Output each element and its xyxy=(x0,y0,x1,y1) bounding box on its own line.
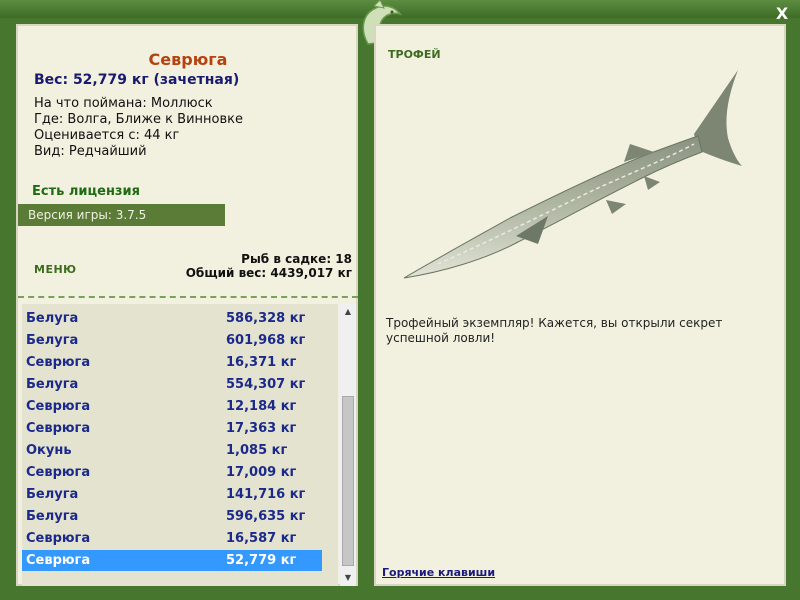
catch-fish-weight: 141,716 кг xyxy=(226,487,306,502)
catch-fish-name: Белуга xyxy=(26,311,79,326)
catch-fish-weight: 596,635 кг xyxy=(226,509,306,524)
catch-fish-weight: 16,587 кг xyxy=(226,531,297,546)
fish-type-info: Вид: Редчайший xyxy=(34,144,147,159)
catch-fish-name: Окунь xyxy=(26,443,72,458)
catch-fish-name: Белуга xyxy=(26,509,79,524)
scrollbar-thumb[interactable] xyxy=(342,396,354,566)
list-item[interactable]: Окунь 1,085 кг xyxy=(22,440,322,461)
sturgeon-image xyxy=(403,70,742,279)
trophy-label: ТРОФЕЙ xyxy=(388,48,441,61)
catch-fish-weight: 586,328 кг xyxy=(226,311,306,326)
hotkeys-link[interactable]: Горячие клавиши xyxy=(382,566,495,579)
catch-fish-name: Белуга xyxy=(26,487,79,502)
trophy-panel: ТРОФЕЙ Трофейный экземпляр! Кажется, вы … xyxy=(374,24,786,586)
fish-in-net-count: Рыб в садке: 18 xyxy=(241,252,352,266)
catch-fish-name: Белуга xyxy=(26,377,79,392)
catch-fish-name: Севрюга xyxy=(26,355,91,370)
game-version-bar: Версия игры: 3.7.5 xyxy=(18,204,225,226)
menu-button[interactable]: МЕНЮ xyxy=(34,263,77,276)
scroll-up-icon[interactable]: ▲ xyxy=(340,304,356,320)
license-status: Есть лицензия xyxy=(32,184,140,199)
list-item[interactable]: Севрюга 12,184 кг xyxy=(22,396,322,417)
close-icon[interactable]: X xyxy=(772,4,792,24)
catch-fish-name: Севрюга xyxy=(26,399,91,414)
fish-info-panel: Севрюга Вес: 52,779 кг (зачетная) На что… xyxy=(16,24,358,586)
location-info: Где: Волга, Ближе к Винновке xyxy=(34,112,244,127)
trophy-description: Трофейный экземпляр! Кажется, вы открыли… xyxy=(386,316,723,345)
catch-fish-weight: 16,371 кг xyxy=(226,355,297,370)
catch-fish-weight: 52,779 кг xyxy=(226,553,297,568)
catch-fish-weight: 17,363 кг xyxy=(226,421,297,436)
list-item[interactable]: Севрюга 16,587 кг xyxy=(22,528,322,549)
list-item[interactable]: Белуга 586,328 кг xyxy=(22,308,322,329)
list-item[interactable]: Севрюга 16,371 кг xyxy=(22,352,322,373)
rated-from-info: Оценивается с: 44 кг xyxy=(34,128,180,143)
catch-fish-weight: 17,009 кг xyxy=(226,465,297,480)
catch-fish-weight: 554,307 кг xyxy=(226,377,306,392)
catch-fish-name: Севрюга xyxy=(26,531,91,546)
list-item[interactable]: Белуга 554,307 кг xyxy=(22,374,322,395)
catch-fish-name: Севрюга xyxy=(26,553,91,568)
divider xyxy=(18,296,358,298)
list-item[interactable]: Белуга 596,635 кг xyxy=(22,506,322,527)
fish-name-title: Севрюга xyxy=(148,50,228,69)
catch-fish-weight: 601,968 кг xyxy=(226,333,306,348)
catch-fish-name: Белуга xyxy=(26,333,79,348)
list-item[interactable]: Белуга 601,968 кг xyxy=(22,330,322,351)
caught-on-info: На что поймана: Моллюск xyxy=(34,96,213,111)
catch-fish-weight: 12,184 кг xyxy=(226,399,297,414)
scroll-down-icon[interactable]: ▼ xyxy=(340,570,356,586)
catch-fish-name: Севрюга xyxy=(26,421,91,436)
catch-list[interactable]: Белуга 586,328 кг Белуга 601,968 кг Севрюга 1… xyxy=(22,304,338,586)
list-item[interactable]: Севрюга 17,363 кг xyxy=(22,418,322,439)
list-item[interactable]: Белуга 141,716 кг xyxy=(22,484,322,505)
fish-weight: Вес: 52,779 кг (зачетная) xyxy=(34,72,240,88)
catch-fish-name: Севрюга xyxy=(26,465,91,480)
list-item[interactable]: Севрюга 52,779 кг xyxy=(22,550,322,571)
total-weight: Общий вес: 4439,017 кг xyxy=(185,266,352,280)
catch-fish-weight: 1,085 кг xyxy=(226,443,288,458)
catch-list-scrollbar[interactable]: ▲ ▼ xyxy=(340,304,356,586)
list-item[interactable]: Севрюга 17,009 кг xyxy=(22,462,322,483)
